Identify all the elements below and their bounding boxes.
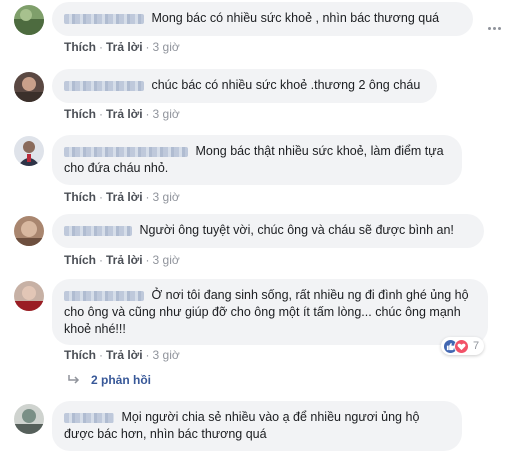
like-link[interactable]: Thích [64, 40, 96, 54]
timestamp[interactable]: 3 giờ [153, 348, 180, 362]
comment-actions: Thích · Trả lời · 3 giờ [64, 107, 180, 121]
avatar[interactable] [14, 216, 44, 246]
comment-actions: Thích · Trả lời · 3 giờ [64, 253, 180, 267]
reply-link[interactable]: Trả lời [106, 107, 143, 121]
author-name[interactable] [64, 412, 114, 423]
author-name[interactable] [64, 80, 144, 91]
like-link[interactable]: Thích [64, 107, 96, 121]
avatar[interactable] [14, 5, 44, 35]
timestamp[interactable]: 3 giờ [153, 107, 180, 121]
comment-actions: Thích · Trả lời · 3 giờ [64, 40, 180, 54]
author-name[interactable] [64, 146, 188, 157]
reply-link[interactable]: Trả lời [106, 253, 143, 267]
author-name[interactable] [64, 290, 144, 301]
timestamp[interactable]: 3 giờ [153, 190, 180, 204]
love-icon [454, 338, 469, 354]
comment-bubble: Người ông tuyệt vời, chúc ông và cháu sẽ… [52, 214, 484, 248]
view-replies-link[interactable]: 2 phản hồi [67, 373, 151, 387]
reply-link[interactable]: Trả lời [106, 348, 143, 362]
comment-bubble: Mọi người chia sẻ nhiều vào ạ để nhiều n… [52, 401, 462, 451]
avatar[interactable] [14, 72, 44, 102]
comment-bubble: Mong bác có nhiều sức khoẻ , nhìn bác th… [52, 2, 473, 36]
replies-count-label[interactable]: 2 phản hồi [91, 373, 151, 387]
comment-text: Người ông tuyệt vời, chúc ông và cháu sẽ… [139, 223, 454, 237]
reply-link[interactable]: Trả lời [106, 190, 143, 204]
comment-actions: Thích · Trả lời · 3 giờ [64, 348, 180, 362]
more-options-icon[interactable] [488, 17, 504, 30]
comment-text: chúc bác có nhiều sức khoẻ .thương 2 ông… [151, 78, 421, 92]
author-name[interactable] [64, 225, 132, 236]
timestamp[interactable]: 3 giờ [153, 40, 180, 54]
reactions-badge[interactable]: 7 [441, 337, 485, 355]
comment-bubble: Mong bác thật nhiều sức khoẻ, làm điểm t… [52, 135, 462, 185]
comment-bubble: Ở nơi tôi đang sinh sống, rất nhiều ng đ… [52, 279, 488, 345]
avatar[interactable] [14, 404, 44, 434]
reply-link[interactable]: Trả lời [106, 40, 143, 54]
avatar[interactable] [14, 281, 44, 311]
like-link[interactable]: Thích [64, 253, 96, 267]
like-link[interactable]: Thích [64, 348, 96, 362]
comment-actions: Thích · Trả lời · 3 giờ [64, 190, 180, 204]
like-link[interactable]: Thích [64, 190, 96, 204]
reply-arrow-icon [68, 375, 80, 384]
reaction-count: 7 [473, 340, 480, 352]
timestamp[interactable]: 3 giờ [153, 253, 180, 267]
author-name[interactable] [64, 13, 144, 24]
comment-text: Mong bác có nhiều sức khoẻ , nhìn bác th… [151, 11, 440, 25]
avatar[interactable] [14, 136, 44, 166]
comment-text: Mọi người chia sẻ nhiều vào ạ để nhiều n… [64, 410, 420, 441]
comment-bubble: chúc bác có nhiều sức khoẻ .thương 2 ông… [52, 69, 437, 103]
